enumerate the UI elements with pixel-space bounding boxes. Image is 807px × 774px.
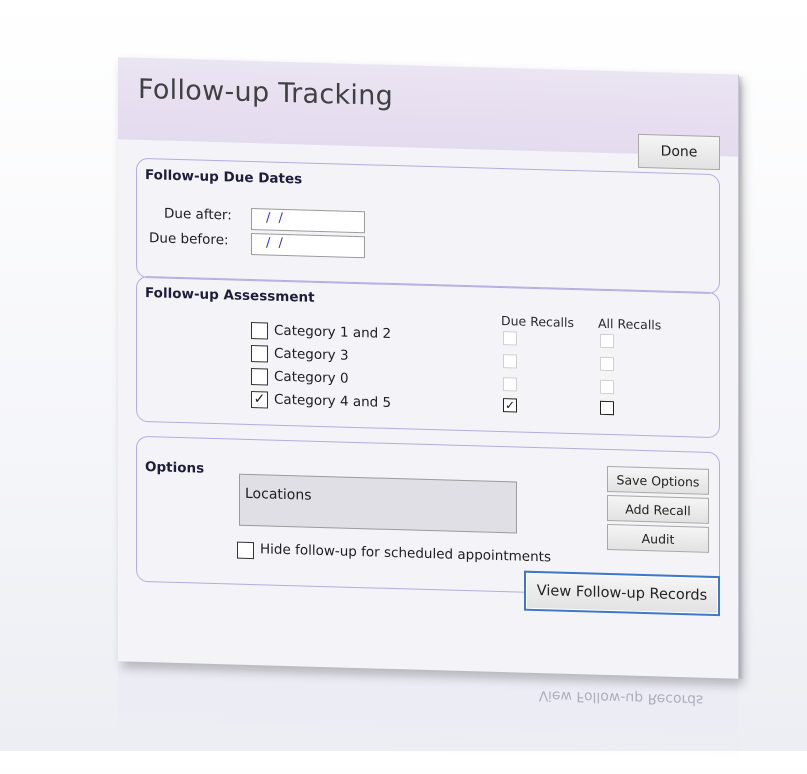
- due-before-field[interactable]: / /: [251, 233, 365, 259]
- category-label: Category 3: [274, 345, 349, 364]
- due-dates-title: Follow-up Due Dates: [145, 167, 303, 188]
- due-dates-panel: Follow-up Due Dates Due after: / / Due b…: [136, 157, 720, 295]
- category-1-2-all-checkbox: [600, 333, 614, 349]
- category-4-5-due-checkbox[interactable]: ✓: [503, 398, 517, 413]
- category-label: Category 1 and 2: [274, 322, 392, 342]
- category-1-2-due-checkbox: [503, 331, 517, 346]
- done-button[interactable]: Done: [638, 133, 720, 171]
- options-title: Options: [145, 459, 205, 477]
- category-4-5-all-checkbox[interactable]: [600, 400, 614, 416]
- window-reflection: View Follow-up Records: [118, 665, 738, 763]
- category-3-all-checkbox: [600, 356, 614, 372]
- category-0-all-checkbox: [600, 379, 614, 395]
- category-3-checkbox[interactable]: [251, 345, 268, 363]
- category-4-5-checkbox[interactable]: ✓: [251, 391, 268, 409]
- category-0-checkbox[interactable]: [251, 368, 268, 386]
- category-label: Category 0: [274, 368, 349, 387]
- reflected-button-label: View Follow-up Records: [538, 687, 704, 708]
- save-options-button[interactable]: Save Options: [607, 465, 709, 495]
- audit-button[interactable]: Audit: [607, 523, 709, 553]
- follow-up-window: Follow-up Tracking Done Follow-up Due Da…: [118, 57, 739, 679]
- view-follow-up-records-button[interactable]: View Follow-up Records: [524, 570, 720, 617]
- add-recall-button[interactable]: Add Recall: [607, 494, 709, 524]
- category-1-2-checkbox[interactable]: [251, 322, 268, 340]
- category-label: Category 4 and 5: [274, 391, 392, 411]
- locations-list[interactable]: Locations: [239, 473, 517, 534]
- window-title: Follow-up Tracking: [138, 73, 394, 113]
- due-after-field[interactable]: / /: [251, 208, 365, 234]
- assessment-title: Follow-up Assessment: [145, 285, 315, 306]
- due-before-label: Due before:: [149, 230, 229, 249]
- due-after-label: Due after:: [164, 205, 232, 224]
- hide-scheduled-label: Hide follow-up for scheduled appointment…: [260, 541, 551, 566]
- all-recalls-header: All Recalls: [598, 315, 662, 333]
- assessment-panel: Follow-up Assessment Due Recalls All Rec…: [136, 275, 720, 439]
- category-0-due-checkbox: [503, 377, 517, 392]
- category-3-due-checkbox: [503, 354, 517, 369]
- due-recalls-header: Due Recalls: [501, 313, 575, 331]
- hide-scheduled-checkbox[interactable]: [237, 541, 254, 560]
